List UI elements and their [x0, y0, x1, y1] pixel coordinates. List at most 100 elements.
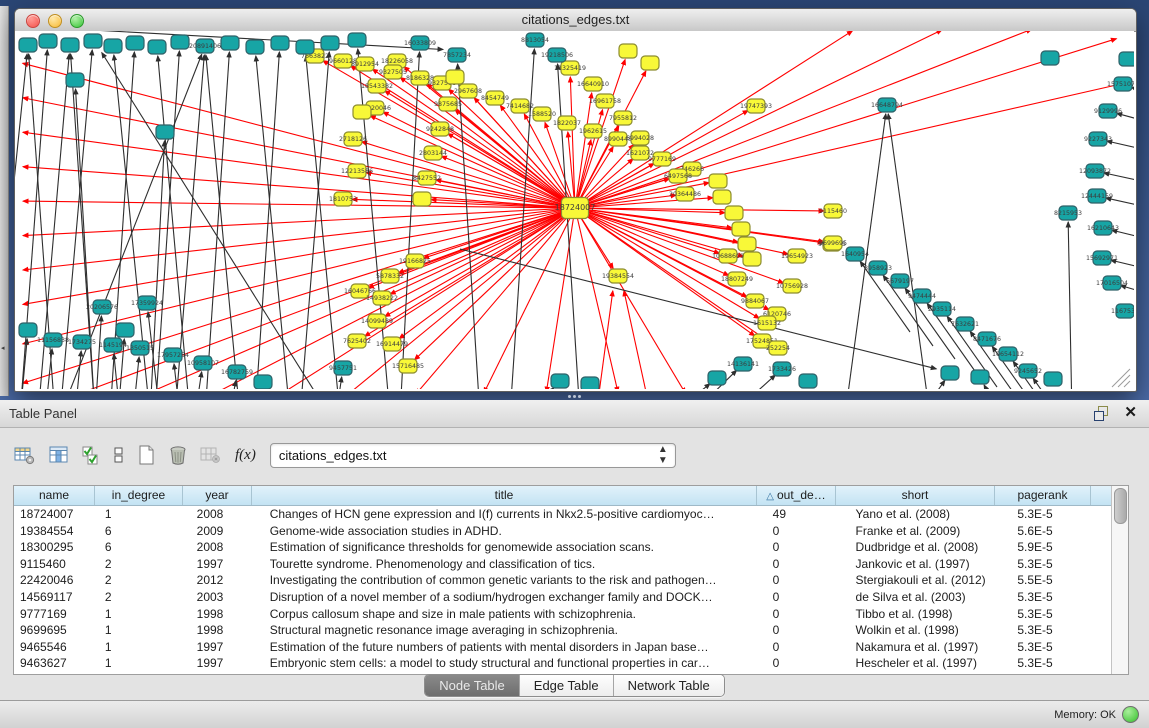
graph-node[interactable] [348, 33, 366, 47]
table-row[interactable]: 2242004622012Investigating the contribut… [14, 572, 1111, 589]
graph-node[interactable]: 16961758 [589, 94, 621, 108]
window-titlebar[interactable]: citations_edges.txt [15, 9, 1136, 32]
close-panel-icon[interactable]: ✕ [1124, 403, 1137, 423]
graph-node[interactable] [104, 39, 122, 53]
resize-grip-icon[interactable] [1118, 375, 1130, 387]
graph-node[interactable] [641, 56, 659, 70]
graph-node[interactable]: 2967608 [454, 84, 482, 98]
table-row[interactable]: 1830029562008Estimation of significance … [14, 539, 1111, 556]
graph-node[interactable]: 15751074 [1107, 77, 1134, 91]
graph-node[interactable]: 1734275 [68, 335, 96, 349]
close-window-button[interactable] [26, 14, 40, 28]
graph-node[interactable]: 11325419 [554, 61, 586, 75]
graph-node[interactable]: 1145194 [99, 338, 127, 352]
table-row[interactable]: 977716911998Corpus callosum shape and si… [14, 606, 1111, 623]
resize-grip-icon[interactable] [1124, 381, 1130, 387]
column-header-pagerank[interactable]: pagerank [995, 486, 1091, 505]
graph-node[interactable]: 17359924 [131, 296, 163, 310]
graph-node[interactable]: 20206576 [86, 300, 118, 314]
graph-node[interactable]: 9227343 [1084, 132, 1112, 146]
graph-node[interactable]: 8471676 [973, 332, 1001, 346]
graph-node[interactable]: 16648794 [871, 98, 903, 112]
graph-node[interactable] [446, 70, 464, 84]
graph-node[interactable] [171, 35, 189, 49]
column-header-name[interactable]: name [14, 486, 95, 505]
graph-node[interactable] [271, 36, 289, 50]
graph-node[interactable]: 10654112 [992, 347, 1024, 361]
graph-node[interactable]: 16640910 [577, 77, 609, 91]
graph-node[interactable] [619, 44, 637, 58]
graph-node[interactable] [971, 370, 989, 384]
graph-node[interactable]: 12444159 [1081, 189, 1113, 203]
graph-node[interactable] [156, 125, 174, 139]
tab-network-table[interactable]: Network Table [614, 675, 724, 696]
graph-node[interactable] [84, 34, 102, 48]
graph-node[interactable] [581, 377, 599, 389]
graph-node[interactable]: 1167533 [1111, 304, 1134, 318]
graph-node[interactable]: 9245652 [1014, 364, 1042, 378]
graph-node[interactable] [725, 206, 743, 220]
graph-node[interactable] [1044, 372, 1062, 386]
graph-node[interactable]: 9242848 [426, 122, 454, 136]
column-header-title[interactable]: title [252, 486, 757, 505]
column-header-short[interactable]: short [836, 486, 995, 505]
table-row[interactable]: 1456911722003Disruption of a novel membe… [14, 589, 1111, 606]
graph-node[interactable]: 19747393 [740, 99, 772, 113]
graph-node[interactable]: 2935114 [928, 302, 956, 316]
show-column-icon[interactable] [49, 446, 69, 465]
graph-node[interactable]: 7955812 [609, 111, 637, 125]
tab-edge-table[interactable]: Edge Table [520, 675, 614, 696]
graph-node[interactable]: 16210643 [1087, 221, 1119, 235]
graph-node[interactable] [39, 34, 57, 48]
graph-node[interactable] [743, 252, 761, 266]
graph-node[interactable] [1119, 52, 1134, 66]
graph-node[interactable]: 19654923 [781, 249, 813, 263]
network-canvas[interactable]: 1872400776638229660128891295418226058932… [15, 31, 1134, 389]
graph-node[interactable]: 9115460 [819, 204, 847, 218]
table-row[interactable]: 946362711997Embryonic stem cells: a mode… [14, 655, 1111, 672]
table-row[interactable]: 1872400712008Changes of HCN gene express… [14, 506, 1111, 523]
column-header-in_degree[interactable]: in_degree [95, 486, 183, 505]
graph-node[interactable]: 17016504 [1096, 276, 1128, 290]
float-panel-icon[interactable] [1094, 406, 1109, 420]
row-height-icon[interactable] [113, 446, 125, 465]
graph-node[interactable] [738, 237, 756, 251]
memory-status-indicator[interactable] [1122, 706, 1139, 723]
graph-node[interactable]: 15716485 [392, 359, 424, 373]
graph-node[interactable] [254, 375, 272, 389]
graph-node[interactable]: 8427552 [413, 171, 441, 185]
vertical-scrollbar[interactable] [1111, 486, 1128, 674]
graph-node[interactable] [19, 38, 37, 52]
graph-node[interactable]: 20891406 [189, 39, 221, 53]
graph-node[interactable]: 10756928 [776, 279, 808, 293]
graph-node[interactable]: 7625402 [343, 334, 371, 348]
graph-node[interactable] [321, 36, 339, 50]
graph-node[interactable]: 8215953 [1054, 206, 1082, 220]
graph-node[interactable] [551, 374, 569, 388]
select-rows-check-icon[interactable] [82, 446, 100, 465]
split-divider-grip[interactable] [568, 395, 582, 399]
graph-node[interactable] [296, 40, 314, 54]
column-header-out_de[interactable]: △out_de… [757, 486, 836, 505]
graph-node[interactable]: 252254 [766, 341, 790, 355]
graph-node[interactable] [148, 40, 166, 54]
network-graph[interactable]: 1872400776638229660128891295418226058932… [15, 31, 1134, 389]
table-row[interactable]: 969969511998Structural magnetic resonanc… [14, 622, 1111, 639]
column-header-year[interactable]: year [183, 486, 252, 505]
zoom-window-button[interactable] [70, 14, 84, 28]
graph-node[interactable]: 16782759 [221, 365, 253, 379]
graph-node[interactable] [732, 222, 750, 236]
graph-node[interactable] [713, 190, 731, 204]
graph-node[interactable]: 8454749 [481, 91, 509, 105]
graph-node[interactable] [126, 36, 144, 50]
graph-node[interactable]: 1822037 [553, 116, 581, 130]
graph-node[interactable]: 18543382 [361, 79, 393, 93]
graph-node[interactable]: 11156838 [37, 333, 69, 347]
minimize-window-button[interactable] [48, 14, 62, 28]
table-settings-icon[interactable] [14, 446, 36, 465]
graph-node[interactable]: 19384554 [602, 269, 634, 283]
graph-node[interactable]: 19218506 [541, 48, 573, 62]
scrollbar-thumb[interactable] [1114, 488, 1127, 524]
graph-node[interactable]: 1810753 [329, 192, 357, 206]
new-table-icon[interactable] [138, 445, 156, 466]
